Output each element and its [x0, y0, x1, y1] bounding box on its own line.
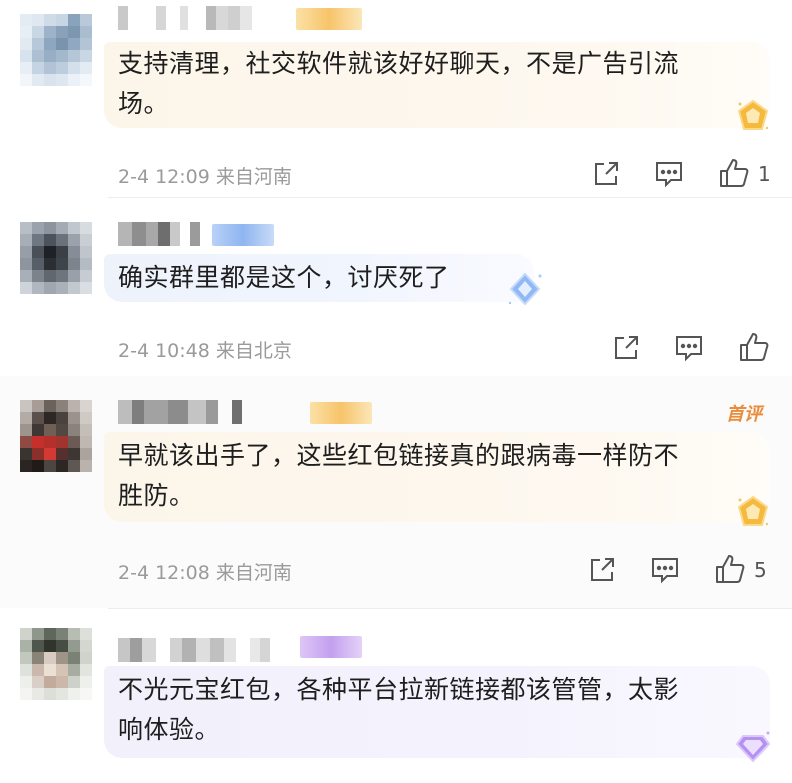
username[interactable]	[118, 400, 242, 424]
comment-item: 首评 早就该出手了，这些红包链接真的跟病毒一样防不 胜防。 2-4 12:08 …	[0, 376, 792, 608]
comment-item: 确实群里都是这个，讨厌死了 2-4 10:48 来自北京	[0, 198, 792, 376]
share-icon	[591, 558, 614, 581]
thumbs-up-icon	[716, 555, 745, 583]
comment-text-line: 不光元宝红包，各种平台拉新链接都该管管，太影	[118, 675, 680, 704]
first-comment-badge: 首评	[726, 404, 762, 425]
share-button[interactable]	[612, 334, 640, 362]
like-count: 5	[754, 558, 767, 582]
comment-icon	[676, 336, 702, 362]
comment-time: 2-4 12:09	[118, 166, 210, 188]
avatar[interactable]	[20, 628, 92, 700]
comment-time: 2-4 12:08	[118, 562, 210, 584]
share-button[interactable]	[592, 160, 620, 188]
avatar[interactable]	[20, 400, 92, 472]
reply-button[interactable]	[654, 160, 684, 188]
comment-text-line: 早就该出手了，这些红包链接真的跟病毒一样防不	[118, 441, 680, 470]
comment-meta: 2-4 10:48 来自北京	[118, 336, 292, 363]
like-count: 1	[758, 162, 771, 186]
avatar[interactable]	[20, 14, 92, 86]
comment-text-line: 确实群里都是这个，讨厌死了	[118, 263, 450, 292]
username[interactable]	[118, 638, 270, 662]
username[interactable]	[118, 6, 252, 30]
comment-bubble[interactable]: 早就该出手了，这些红包链接真的跟病毒一样防不 胜防。	[104, 432, 770, 522]
share-button[interactable]	[588, 556, 616, 584]
share-icon	[615, 336, 638, 359]
level-badge	[296, 8, 362, 30]
reply-button[interactable]	[650, 556, 680, 584]
level-badge	[212, 224, 274, 246]
gold-medal-icon	[737, 495, 769, 526]
comment-text-line: 场。	[118, 89, 170, 118]
avatar[interactable]	[20, 222, 92, 294]
thumbs-up-icon	[740, 333, 769, 361]
comment-location: 来自河南	[215, 166, 292, 188]
comment-location: 来自河南	[215, 562, 292, 584]
comment-bubble[interactable]: 支持清理，社交软件就该好好聊天，不是广告引流 场。	[104, 42, 770, 128]
level-badge	[310, 402, 372, 424]
comment-icon	[656, 162, 682, 188]
level-badge	[300, 636, 362, 658]
like-button[interactable]	[718, 157, 750, 189]
share-icon	[595, 162, 618, 185]
comment-bubble[interactable]: 不光元宝红包，各种平台拉新链接都该管管，太影 响体验。	[104, 666, 770, 758]
username[interactable]	[118, 222, 200, 246]
comment-bubble[interactable]: 确实群里都是这个，讨厌死了	[104, 254, 534, 302]
comment-location: 来自北京	[215, 340, 292, 362]
blue-diamond-icon	[508, 272, 542, 306]
thumbs-up-icon	[720, 159, 749, 187]
reply-button[interactable]	[674, 334, 704, 362]
comment-item: 不光元宝红包，各种平台拉新链接都该管管，太影 响体验。	[0, 608, 792, 783]
comment-text-line: 胜防。	[118, 481, 195, 510]
comment-icon	[652, 558, 678, 584]
like-button[interactable]	[738, 331, 770, 363]
comment-text-line: 响体验。	[118, 715, 221, 744]
comment-text-line: 支持清理，社交软件就该好好聊天，不是广告引流	[118, 49, 680, 78]
comment-meta: 2-4 12:09 来自河南	[118, 162, 292, 189]
comment-meta: 2-4 12:08 来自河南	[118, 558, 292, 585]
purple-gem-icon	[735, 731, 771, 763]
like-button[interactable]	[714, 553, 746, 585]
comment-item: 支持清理，社交软件就该好好聊天，不是广告引流 场。 2-4 12:09 来自河南…	[0, 0, 792, 198]
comment-time: 2-4 10:48	[118, 340, 210, 362]
gold-medal-icon	[737, 99, 769, 130]
